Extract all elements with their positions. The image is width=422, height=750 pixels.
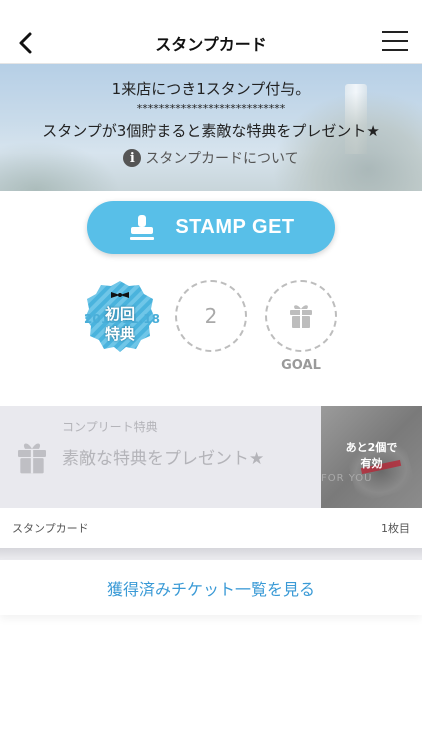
about-stamp-card-label: スタンプカードについて (145, 151, 299, 167)
reward-title: 素敵な特典をプレゼント★ (62, 449, 265, 469)
page-title: スタンプカード (155, 34, 267, 54)
gift-icon (290, 305, 312, 328)
banner-rule-text: 1来店につき1スタンプ付与。 (111, 80, 311, 98)
about-stamp-card-link[interactable]: i スタンプカードについて (123, 148, 299, 168)
stamp-slot-goal: GOAL (265, 280, 337, 373)
first-visit-text: 初回 特典 (84, 304, 156, 344)
section-divider (0, 548, 422, 560)
back-button[interactable] (14, 30, 40, 56)
info-icon: i (123, 149, 142, 167)
first-visit-stamp: 初回 特典 (84, 280, 156, 352)
goal-stamp-circle (265, 280, 337, 352)
stamp-grid: 初回 特典 2019.11.18 2 GOAL (0, 254, 422, 382)
reward-info: コンプリート特典 素敵な特典をプレゼント★ (0, 406, 321, 508)
photo-text: FOR YOU (321, 473, 373, 484)
banner-reward-text: スタンプが3個貯まると素敵な特典をプレゼント★ (42, 122, 380, 140)
stamp-card-screen: スタンプカード 1来店につき1スタンプ付与。 *****************… (0, 0, 422, 750)
empty-stamp-circle: 2 (175, 280, 247, 352)
goal-label: GOAL (281, 358, 321, 373)
status-bar-area (0, 0, 422, 22)
stamp-number: 2 (204, 304, 218, 328)
stamp-slot-1: 初回 特典 2019.11.18 (84, 280, 160, 352)
stamp-icon (130, 214, 155, 240)
complete-reward-card[interactable]: コンプリート特典 素敵な特典をプレゼント★ FOR YOU あと2個で 有効 (0, 406, 422, 508)
gift-icon (18, 443, 46, 474)
reward-label: コンプリート特典 (62, 420, 158, 434)
badge-line-2: 特典 (104, 325, 135, 343)
stamp-get-label: STAMP GET (175, 216, 295, 238)
badge-line-1: 初回 (104, 305, 135, 323)
menu-button[interactable] (382, 31, 408, 53)
chevron-left-icon (19, 32, 32, 54)
card-name: スタンプカード (12, 522, 89, 535)
remaining-line-1: あと2個で (345, 441, 398, 454)
acquired-tickets-link[interactable]: 獲得済みチケット一覧を見る (0, 560, 422, 615)
stamp-button-area: STAMP GET (0, 191, 422, 254)
hamburger-bar (382, 40, 408, 42)
app-header: スタンプカード (0, 22, 422, 64)
hamburger-bar (382, 49, 408, 51)
stamp-get-button[interactable]: STAMP GET (87, 201, 335, 254)
hamburger-icon (382, 31, 408, 33)
banner-text: 1来店につき1スタンプ付与。 *************************… (0, 64, 422, 168)
reward-image: FOR YOU あと2個で 有効 (321, 406, 422, 508)
remaining-stamps-badge: あと2個で 有効 (321, 440, 422, 472)
card-footer: スタンプカード 1枚目 (0, 508, 422, 548)
info-banner: 1来店につき1スタンプ付与。 *************************… (0, 64, 422, 191)
banner-separator: *************************** (136, 102, 286, 115)
remaining-line-2: 有効 (360, 457, 383, 470)
card-count: 1枚目 (381, 522, 410, 535)
stamp-slot-2: 2 (175, 280, 247, 352)
